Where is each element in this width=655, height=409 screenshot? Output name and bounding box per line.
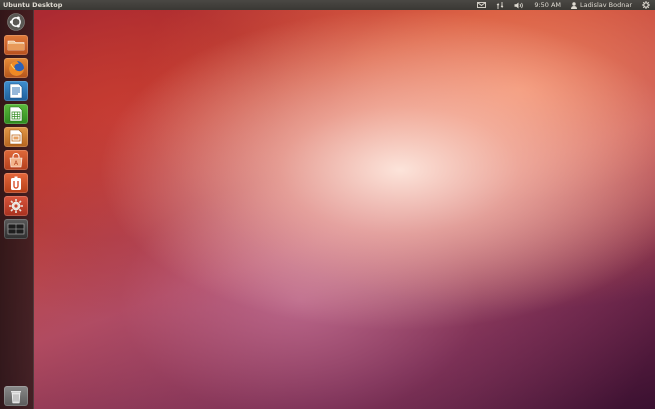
launcher: A xyxy=(0,10,34,409)
settings-icon xyxy=(9,199,23,213)
user-icon xyxy=(571,1,578,9)
trash-launcher[interactable] xyxy=(4,386,28,406)
libreoffice-writer-launcher[interactable] xyxy=(4,81,28,101)
workspace-icon xyxy=(7,223,25,235)
calc-icon xyxy=(9,106,23,122)
desktop[interactable]: Ubuntu Desktop 9:50 AM Ladislav Bodnar A xyxy=(0,0,655,409)
trash-icon xyxy=(11,390,21,403)
network-icon[interactable] xyxy=(491,0,509,10)
system-settings-launcher[interactable] xyxy=(4,196,28,216)
home-folder-launcher[interactable] xyxy=(4,35,28,55)
ubuntu-one-launcher[interactable] xyxy=(4,173,28,193)
shopping-bag-icon: A xyxy=(9,152,23,167)
user-name: Ladislav Bodnar xyxy=(580,1,632,9)
ubuntu-one-icon xyxy=(11,176,21,190)
libreoffice-impress-launcher[interactable] xyxy=(4,127,28,147)
power-gear-icon[interactable] xyxy=(637,0,655,10)
firefox-icon xyxy=(8,60,24,76)
mail-icon[interactable] xyxy=(472,0,491,10)
volume-icon[interactable] xyxy=(509,0,529,10)
folder-icon xyxy=(7,40,25,51)
clock[interactable]: 9:50 AM xyxy=(529,0,566,10)
impress-icon xyxy=(9,129,23,145)
firefox-launcher[interactable] xyxy=(4,58,28,78)
window-title: Ubuntu Desktop xyxy=(3,1,63,9)
libreoffice-calc-launcher[interactable] xyxy=(4,104,28,124)
top-panel: Ubuntu Desktop 9:50 AM Ladislav Bodnar xyxy=(0,0,655,10)
workspace-switcher-launcher[interactable] xyxy=(4,219,28,239)
writer-icon xyxy=(9,83,23,99)
software-center-launcher[interactable]: A xyxy=(4,150,28,170)
user-menu[interactable]: Ladislav Bodnar xyxy=(566,0,637,10)
dash-home-button[interactable] xyxy=(4,12,28,32)
indicator-area: 9:50 AM Ladislav Bodnar xyxy=(472,0,655,10)
ubuntu-logo-icon xyxy=(7,13,25,31)
